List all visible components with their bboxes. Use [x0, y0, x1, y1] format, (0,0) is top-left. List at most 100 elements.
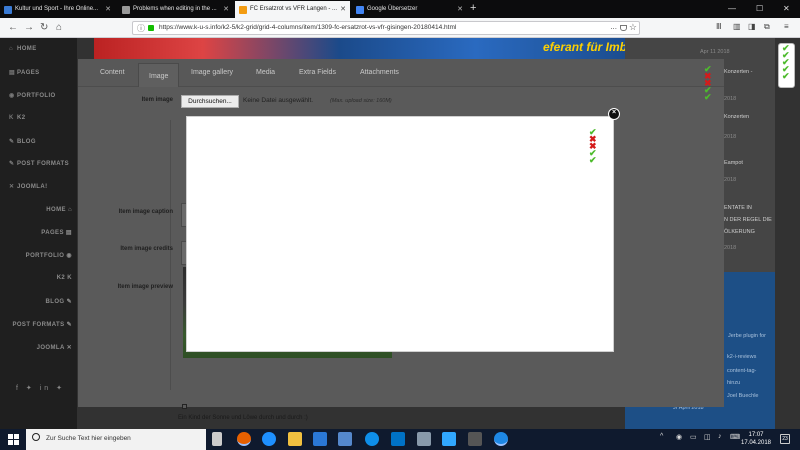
sidebar-subitem-home[interactable]: HOME ⌂	[46, 207, 72, 213]
tab-extra-fields[interactable]: Extra Fields	[299, 69, 336, 76]
date-label: 2018	[724, 96, 737, 102]
save-icon[interactable]	[338, 432, 352, 446]
sidebar-item-post-formats[interactable]: ✎ POST FORMATS	[9, 160, 69, 167]
addon-icon[interactable]: ◨	[748, 22, 756, 31]
teamviewer-icon[interactable]	[365, 432, 379, 446]
search-placeholder[interactable]: Zur Suche Text hier eingeben	[46, 435, 131, 442]
tray-chevron-icon[interactable]: ^	[660, 433, 663, 440]
pages-icon: ▤	[9, 70, 16, 76]
sidebar-subitem-k2[interactable]: K2 K	[57, 275, 72, 281]
divider	[170, 120, 171, 390]
maximize-icon[interactable]: ☐	[756, 0, 763, 17]
pocket-icon[interactable]	[620, 25, 627, 31]
browser-tab[interactable]: Google Übersetzer ✕	[352, 1, 467, 18]
pencil-icon: ✎	[9, 161, 15, 167]
sidebar-item-label: PORTFOLIO	[17, 93, 56, 99]
article-link[interactable]: Konzerten	[724, 114, 749, 120]
taskbar-search[interactable]: Zur Suche Text hier eingeben	[26, 429, 206, 450]
reload-icon[interactable]: ↻	[40, 20, 48, 36]
volume-icon[interactable]: ♪	[718, 433, 722, 440]
url-text[interactable]: https://www.k-u-s.info/k2-5/k2-grid/grid…	[159, 24, 456, 31]
file-explorer-icon[interactable]	[288, 432, 302, 446]
pencil-icon: ✎	[66, 322, 72, 328]
sidebar-subitem-post-formats[interactable]: POST FORMATS ✎	[12, 321, 72, 328]
browser-tab-active[interactable]: FC Ersatzrot vs VFR Langen - ... ✕	[235, 1, 350, 18]
pencil-icon: ✎	[9, 139, 15, 145]
home-icon[interactable]: ⌂	[56, 20, 62, 36]
sidebar-toggle-icon[interactable]: ▥	[733, 22, 741, 31]
tab-content[interactable]: Content	[100, 69, 125, 76]
article-text: ÖLKERUNG	[724, 229, 755, 235]
new-tab-icon[interactable]: +	[470, 0, 476, 17]
bookmark-star-icon[interactable]: ☆	[629, 22, 637, 33]
notifications-icon[interactable]: 23	[780, 434, 790, 444]
close-tab-icon[interactable]: ✕	[457, 1, 463, 18]
info-icon[interactable]: ⓘ	[137, 23, 145, 34]
no-file-text: Keine Datei ausgewählt.	[243, 97, 314, 104]
menu-icon[interactable]: ≡	[784, 22, 789, 31]
minimize-icon[interactable]: —	[728, 0, 736, 17]
editor-status-icons: ✔ ✖ ✖ ✔ ✔	[704, 65, 712, 102]
forward-icon[interactable]: →	[24, 20, 34, 36]
sidebar-item-home[interactable]: ⌂ HOME	[9, 46, 37, 52]
tray-icon[interactable]: ◉	[676, 433, 682, 441]
max-size-text: (Max. upload size: 160M)	[330, 98, 392, 104]
start-button[interactable]	[8, 434, 19, 445]
checkbox[interactable]	[182, 404, 187, 409]
taskbar-clock[interactable]: 17:07 17.04.2018	[740, 431, 772, 447]
network-status-icon[interactable]: ◫	[704, 433, 711, 441]
sidebar-item-k2[interactable]: K K2	[9, 115, 25, 121]
task-view-icon[interactable]	[212, 432, 222, 446]
url-bar[interactable]: ⓘ https://www.k-u-s.info/k2-5/k2-grid/gr…	[132, 21, 640, 35]
store-icon[interactable]	[313, 432, 327, 446]
sidebar-subitem-portfolio[interactable]: PORTFOLIO ◉	[26, 252, 72, 259]
keyboard-icon[interactable]: ⌨	[730, 433, 740, 441]
back-icon[interactable]: ←	[8, 20, 18, 36]
screenshot-icon[interactable]	[468, 432, 482, 446]
library-icon[interactable]: Ⅲ	[716, 22, 722, 31]
sidebar-subitem-blog[interactable]: BLOG ✎	[46, 298, 72, 305]
browser-tab[interactable]: Kultur und Sport - Ihre Online... ✕	[0, 1, 115, 18]
firefox-icon[interactable]	[237, 432, 251, 446]
search-icon	[32, 433, 40, 441]
tab-image[interactable]: Image	[138, 63, 180, 87]
sidebar-item-label: POST FORMATS	[17, 161, 70, 167]
caption-text: Ein Kind der Sonne und Löwe durch und du…	[178, 415, 308, 421]
pencil-icon: ✎	[66, 299, 72, 305]
sidebar-item-joomla[interactable]: ✕ JOOMLA!	[9, 183, 47, 190]
sidebar-item-label: HOME	[17, 46, 37, 52]
outlook-icon[interactable]	[391, 432, 405, 446]
browser-tab[interactable]: Problems when editing in the ... ✕	[118, 1, 233, 18]
article-link[interactable]: Eampot	[724, 160, 743, 166]
sidebar-item-blog[interactable]: ✎ BLOG	[9, 138, 36, 145]
social-icons[interactable]: f ✦ in ✦	[16, 384, 65, 392]
network-icon[interactable]	[417, 432, 431, 446]
sidebar-item-portfolio[interactable]: ◉ PORTFOLIO	[9, 92, 56, 99]
screenshot-icon[interactable]: ⧉	[764, 22, 770, 32]
sidebar-subitem-joomla[interactable]: JOOMLA ✕	[37, 344, 72, 351]
tab-media[interactable]: Media	[256, 69, 275, 76]
sidebar-subitem-pages[interactable]: PAGES ▤	[41, 229, 72, 236]
edge-icon[interactable]	[262, 432, 276, 446]
sidebar-subitem-label: JOOMLA	[36, 345, 65, 351]
browse-file-button[interactable]: Durchsuchen...	[181, 95, 239, 108]
close-tab-icon[interactable]: ✕	[223, 1, 229, 18]
zoom-icon[interactable]	[494, 432, 508, 446]
tab-favicon-icon	[356, 6, 364, 14]
article-link[interactable]: Konzerten -	[724, 69, 752, 75]
sidebar-item-pages[interactable]: ▤ PAGES	[9, 69, 40, 76]
check-icon: ✔	[589, 155, 597, 165]
close-window-icon[interactable]: ✕	[783, 0, 790, 17]
tray-icon[interactable]: ▭	[690, 433, 697, 441]
close-tab-icon[interactable]: ✕	[340, 1, 346, 18]
close-tab-icon[interactable]: ✕	[105, 1, 111, 18]
page-actions-icon[interactable]: ...	[610, 22, 617, 31]
sidebar-item-label: BLOG	[17, 139, 36, 145]
tab-favicon-icon	[122, 6, 130, 14]
tab-attachments[interactable]: Attachments	[360, 69, 399, 76]
item-image-label: Item image	[141, 97, 173, 103]
modal-close-icon[interactable]: ×	[608, 108, 620, 120]
clock-date: 17.04.2018	[740, 440, 772, 446]
tab-image-gallery[interactable]: Image gallery	[191, 69, 233, 76]
photoshop-icon[interactable]	[442, 432, 456, 446]
